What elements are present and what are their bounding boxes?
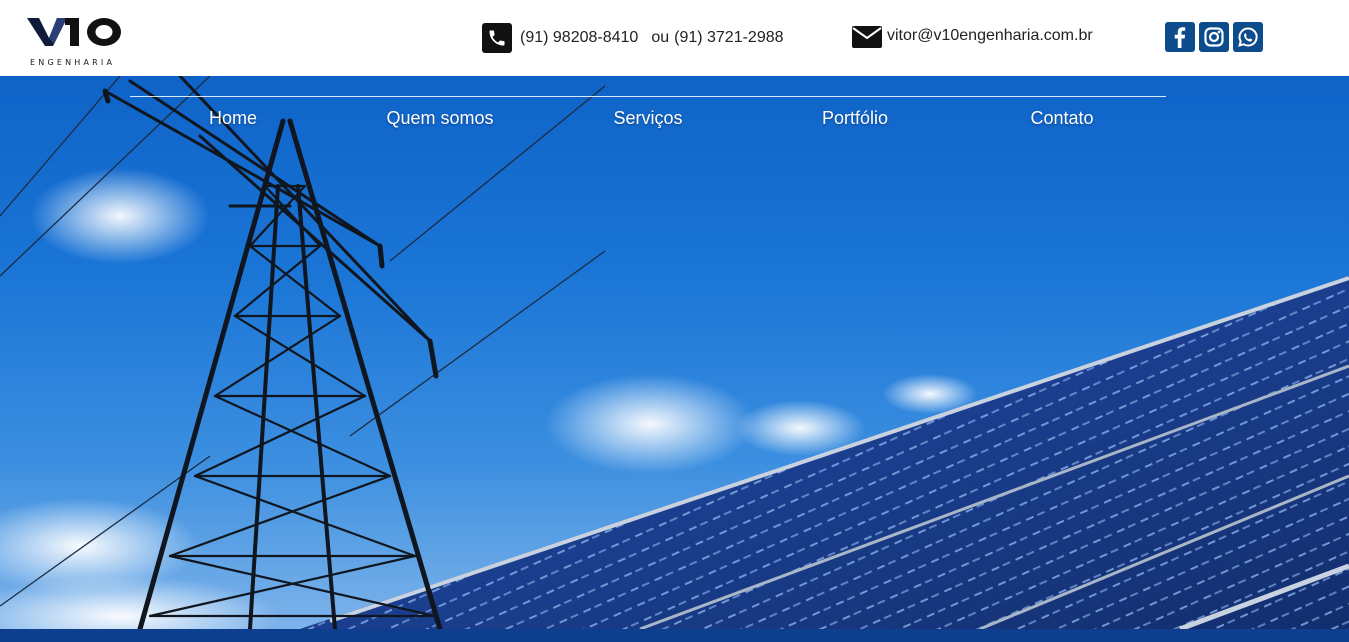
social-links: [1165, 22, 1263, 52]
facebook-icon[interactable]: [1165, 22, 1195, 52]
nav-servicos[interactable]: Serviços: [613, 108, 682, 129]
phone-separator: ou: [651, 29, 670, 46]
company-logo[interactable]: ENGENHARIA: [27, 14, 127, 70]
phone-primary[interactable]: (91) 98208-8410: [520, 29, 638, 47]
main-navigation: Home Quem somos Serviços Portfólio Conta…: [130, 108, 1166, 132]
email-contact: vitor@v10engenharia.com.br: [852, 22, 1093, 52]
phone-contact: (91) 98208-8410 ou (91) 3721-2988: [482, 23, 784, 53]
hero-image: [0, 76, 1349, 629]
logo-mark: [27, 18, 121, 46]
bottom-bar: [0, 629, 1349, 642]
hero-banner: Home Quem somos Serviços Portfólio Conta…: [0, 76, 1349, 629]
nav-portfolio[interactable]: Portfólio: [822, 108, 888, 129]
whatsapp-icon[interactable]: [1233, 22, 1263, 52]
phone-icon: [482, 23, 512, 53]
email-link[interactable]: vitor@v10engenharia.com.br: [887, 27, 1093, 45]
nav-quem-somos[interactable]: Quem somos: [386, 108, 493, 129]
logo-subtitle: ENGENHARIA: [30, 58, 116, 67]
envelope-icon: [852, 26, 882, 48]
nav-contato[interactable]: Contato: [1030, 108, 1093, 129]
nav-home[interactable]: Home: [209, 108, 257, 129]
top-header: ENGENHARIA (91) 98208-8410 ou (91) 3721-…: [0, 0, 1349, 76]
instagram-icon[interactable]: [1199, 22, 1229, 52]
nav-divider: [130, 96, 1166, 97]
phone-secondary[interactable]: (91) 3721-2988: [674, 29, 783, 47]
